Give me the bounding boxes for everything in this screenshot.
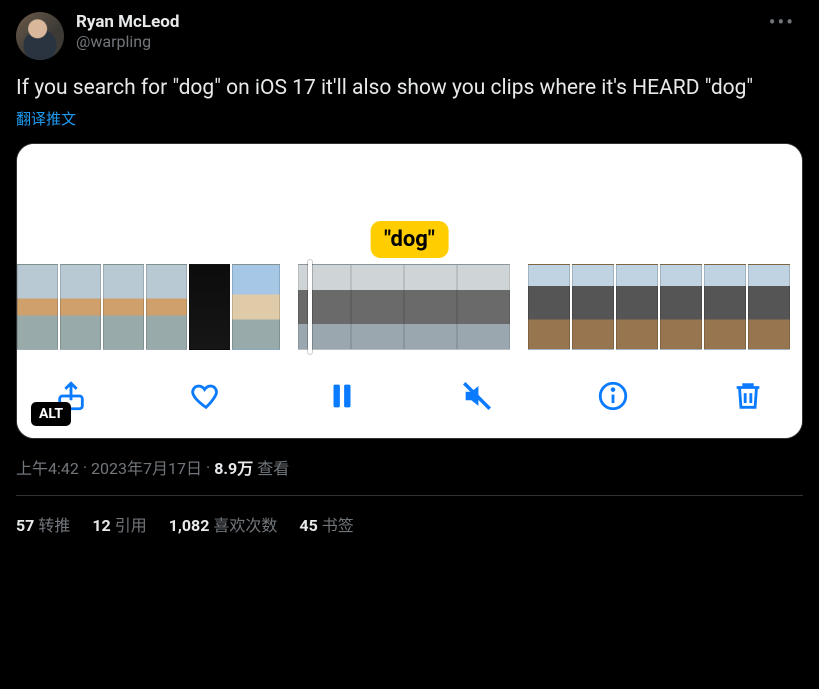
stat-bookmarks[interactable]: 45 书签	[299, 512, 353, 536]
clip-thumbnail[interactable]	[189, 264, 230, 350]
tweet-date[interactable]: 2023年7月17日	[91, 455, 202, 479]
clip-group-2[interactable]	[298, 264, 510, 350]
info-icon[interactable]	[593, 376, 633, 416]
media-card[interactable]: "dog"	[16, 143, 803, 439]
more-icon[interactable]: •••	[761, 12, 803, 32]
views-label: 查看	[257, 455, 289, 479]
views-count: 8.9万	[214, 455, 253, 479]
clip-thumbnail[interactable]	[457, 264, 510, 350]
clip-thumbnail[interactable]	[660, 264, 702, 350]
handle[interactable]: @warpling	[76, 32, 761, 51]
stat-label: 喜欢次数	[213, 516, 277, 535]
tweet-container: Ryan McLeod @warpling ••• If you search …	[0, 0, 819, 552]
tweet-text: If you search for "dog" on iOS 17 it'll …	[16, 74, 803, 102]
clip-thumbnail[interactable]	[528, 264, 570, 350]
trash-icon[interactable]	[728, 376, 768, 416]
clip-thumbnail[interactable]	[748, 264, 790, 350]
pause-icon[interactable]	[322, 376, 362, 416]
clip-thumbnail[interactable]	[232, 264, 280, 350]
stat-quotes[interactable]: 12 引用	[92, 512, 146, 536]
heart-icon[interactable]	[186, 376, 226, 416]
stat-number: 45	[299, 516, 317, 535]
clip-group-1[interactable]	[17, 264, 280, 350]
stat-label: 引用	[115, 516, 147, 535]
clip-thumbnail[interactable]	[103, 264, 144, 350]
clip-thumbnail[interactable]	[616, 264, 658, 350]
tweet-meta: 上午4:42 · 2023年7月17日 · 8.9万 查看	[16, 455, 803, 479]
stat-number: 57	[16, 516, 34, 535]
clip-thumbnail[interactable]	[298, 264, 351, 350]
meta-sep: ·	[206, 458, 210, 477]
author-name-block: Ryan McLeod @warpling	[76, 12, 761, 51]
stat-number: 12	[92, 516, 110, 535]
stat-label: 转推	[38, 516, 70, 535]
stat-retweets[interactable]: 57转推	[16, 512, 70, 536]
translate-link[interactable]: 翻译推文	[16, 108, 76, 129]
clip-thumbnail[interactable]	[351, 264, 404, 350]
video-timeline[interactable]	[17, 264, 802, 358]
clip-thumbnail[interactable]	[17, 264, 58, 350]
mute-icon[interactable]	[457, 376, 497, 416]
clip-thumbnail[interactable]	[60, 264, 101, 350]
alt-badge[interactable]: ALT	[31, 402, 71, 426]
display-name[interactable]: Ryan McLeod	[76, 12, 761, 32]
stat-likes[interactable]: 1,082喜欢次数	[169, 512, 278, 536]
tweet-header: Ryan McLeod @warpling •••	[16, 12, 803, 60]
clip-thumbnail[interactable]	[704, 264, 746, 350]
clip-group-3[interactable]	[528, 264, 790, 350]
avatar[interactable]	[16, 12, 64, 60]
search-caption-tag: "dog"	[370, 221, 449, 258]
clip-thumbnail[interactable]	[146, 264, 187, 350]
meta-sep: ·	[83, 458, 87, 477]
stat-label: 书签	[322, 516, 354, 535]
playhead[interactable]	[308, 260, 312, 354]
tweet-time[interactable]: 上午4:42	[16, 455, 79, 479]
media-card-top: "dog"	[17, 144, 802, 264]
clip-thumbnail[interactable]	[572, 264, 614, 350]
clip-thumbnail[interactable]	[404, 264, 457, 350]
tweet-stats: 57转推 12 引用 1,082喜欢次数 45 书签	[16, 496, 803, 552]
media-toolbar	[17, 358, 802, 438]
stat-number: 1,082	[169, 516, 210, 535]
